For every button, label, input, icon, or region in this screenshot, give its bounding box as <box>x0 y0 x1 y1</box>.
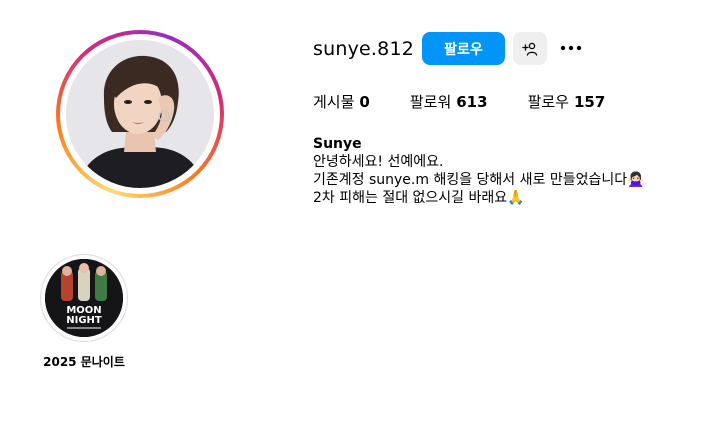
followers-label: 팔로워 <box>409 93 452 111</box>
highlight-cover-image: MOON NIGHT <box>45 259 123 337</box>
suggested-accounts-button[interactable] <box>513 32 547 65</box>
highlight-label: 2025 문나이트 <box>43 355 125 369</box>
add-person-icon <box>522 42 538 56</box>
bio-line: 안녕하세요! 선예에요. <box>313 154 444 170</box>
followers-link[interactable]: 팔로워 613 <box>410 92 488 112</box>
followers-number: 613 <box>456 93 488 111</box>
bio-line: 기존계정 sunye.m 해킹을 당해서 새로 만들었습니다🙅🏻‍♀️ <box>313 172 645 188</box>
following-number: 157 <box>573 93 606 111</box>
profile-avatar-story-ring[interactable] <box>56 30 224 198</box>
profile-page: sunye.812 팔로우 게시물 0 팔로워 613 팔로우 157 Suny… <box>0 0 719 422</box>
profile-bio: Sunye 안녕하세요! 선예에요. 기존계정 sunye.m 해킹을 당해서 … <box>313 135 645 207</box>
highlight-ring: MOON NIGHT <box>40 254 128 342</box>
profile-username: sunye.812 <box>313 38 415 60</box>
more-options-button[interactable] <box>557 34 585 62</box>
posts-count: 게시물 0 <box>313 92 370 112</box>
highlight-poster-night: NIGHT <box>66 315 102 326</box>
posts-number: 0 <box>359 93 370 111</box>
following-label: 팔로우 <box>527 93 569 111</box>
highlight-poster-art: MOON NIGHT <box>45 259 123 337</box>
following-link[interactable]: 팔로우 157 <box>528 92 606 112</box>
follow-button[interactable]: 팔로우 <box>422 32 505 65</box>
profile-stats: 게시물 0 팔로워 613 팔로우 157 <box>313 92 645 112</box>
posts-label: 게시물 <box>313 93 355 111</box>
more-horizontal-icon <box>560 45 582 51</box>
bio-line: 2차 피해는 절대 없으시길 바래요🙏 <box>313 190 525 206</box>
profile-avatar <box>66 40 214 188</box>
story-highlight[interactable]: MOON NIGHT 2025 문나이트 <box>30 254 138 370</box>
bio-display-name: Sunye <box>313 136 362 152</box>
avatar-portrait-image <box>66 40 214 188</box>
